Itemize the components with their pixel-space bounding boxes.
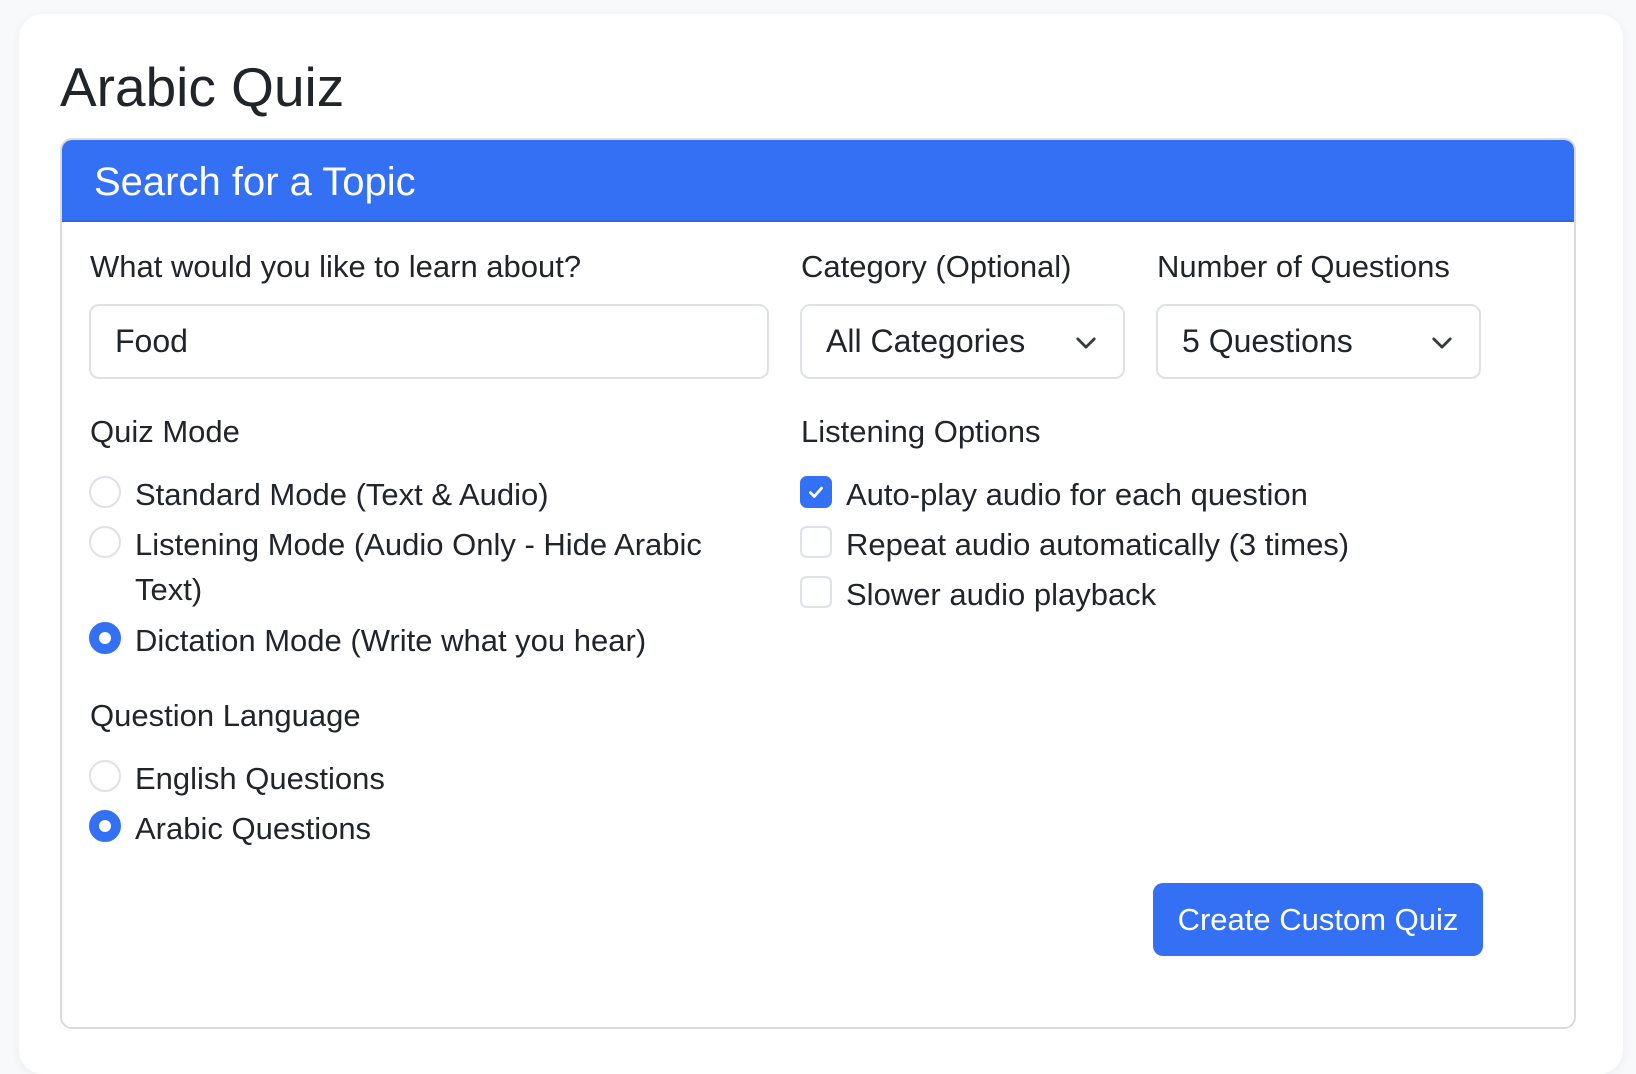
category-select-value: All Categories	[826, 323, 1026, 359]
radio-label: Standard Mode (Text & Audio)	[135, 477, 549, 512]
num-questions-label: Number of Questions	[1157, 249, 1450, 284]
checkbox-checked[interactable]	[800, 476, 832, 508]
radio-button[interactable]	[89, 476, 121, 508]
chevron-down-icon	[1076, 337, 1096, 349]
card-header-title: Search for a Topic	[94, 160, 416, 204]
category-label: Category (Optional)	[801, 249, 1072, 284]
radio-button-selected[interactable]	[89, 810, 121, 842]
create-custom-quiz-button[interactable]: Create Custom Quiz	[1153, 883, 1483, 956]
checkbox-repeat-audio[interactable]: Repeat audio automatically (3 times)	[800, 522, 1480, 562]
listening-options-label: Listening Options	[801, 414, 1041, 449]
checkbox-label: Auto-play audio for each question	[846, 477, 1308, 512]
radio-label: Dictation Mode (Write what you hear)	[135, 623, 647, 658]
topic-label: What would you like to learn about?	[90, 249, 582, 284]
quiz-mode-label: Quiz Mode	[90, 414, 240, 449]
question-language-label: Question Language	[90, 698, 361, 733]
topic-input[interactable]	[89, 304, 769, 379]
radio-label: Listening Mode (Audio Only - Hide Arabic	[135, 527, 702, 562]
radio-dictation-mode[interactable]: Dictation Mode (Write what you hear)	[89, 618, 769, 658]
radio-button[interactable]	[89, 760, 121, 792]
category-select[interactable]: All Categories	[800, 304, 1125, 379]
radio-english-questions[interactable]: English Questions	[89, 756, 769, 796]
radio-standard-mode[interactable]: Standard Mode (Text & Audio)	[89, 472, 769, 512]
checkbox-autoplay[interactable]: Auto-play audio for each question	[800, 472, 1480, 512]
checkbox-label: Repeat audio automatically (3 times)	[846, 527, 1350, 562]
checkbox[interactable]	[800, 576, 832, 608]
radio-label: English Questions	[135, 761, 385, 796]
radio-button[interactable]	[89, 526, 121, 558]
radio-listening-mode[interactable]: Listening Mode (Audio Only - Hide Arabic	[89, 522, 769, 562]
card-header: Search for a Topic	[62, 140, 1574, 222]
check-icon	[809, 486, 823, 498]
chevron-down-icon	[1432, 337, 1452, 349]
checkbox[interactable]	[800, 526, 832, 558]
radio-label: Arabic Questions	[135, 811, 372, 846]
radio-arabic-questions[interactable]: Arabic Questions	[89, 806, 769, 846]
num-questions-select[interactable]: 5 Questions	[1156, 304, 1481, 379]
radio-button-selected[interactable]	[89, 622, 121, 654]
page-title: Arabic Quiz	[60, 56, 345, 118]
radio-label-continued: Text)	[135, 572, 203, 607]
num-questions-select-value: 5 Questions	[1182, 323, 1353, 359]
checkbox-slower-audio[interactable]: Slower audio playback	[800, 572, 1480, 612]
checkbox-label: Slower audio playback	[846, 577, 1157, 612]
